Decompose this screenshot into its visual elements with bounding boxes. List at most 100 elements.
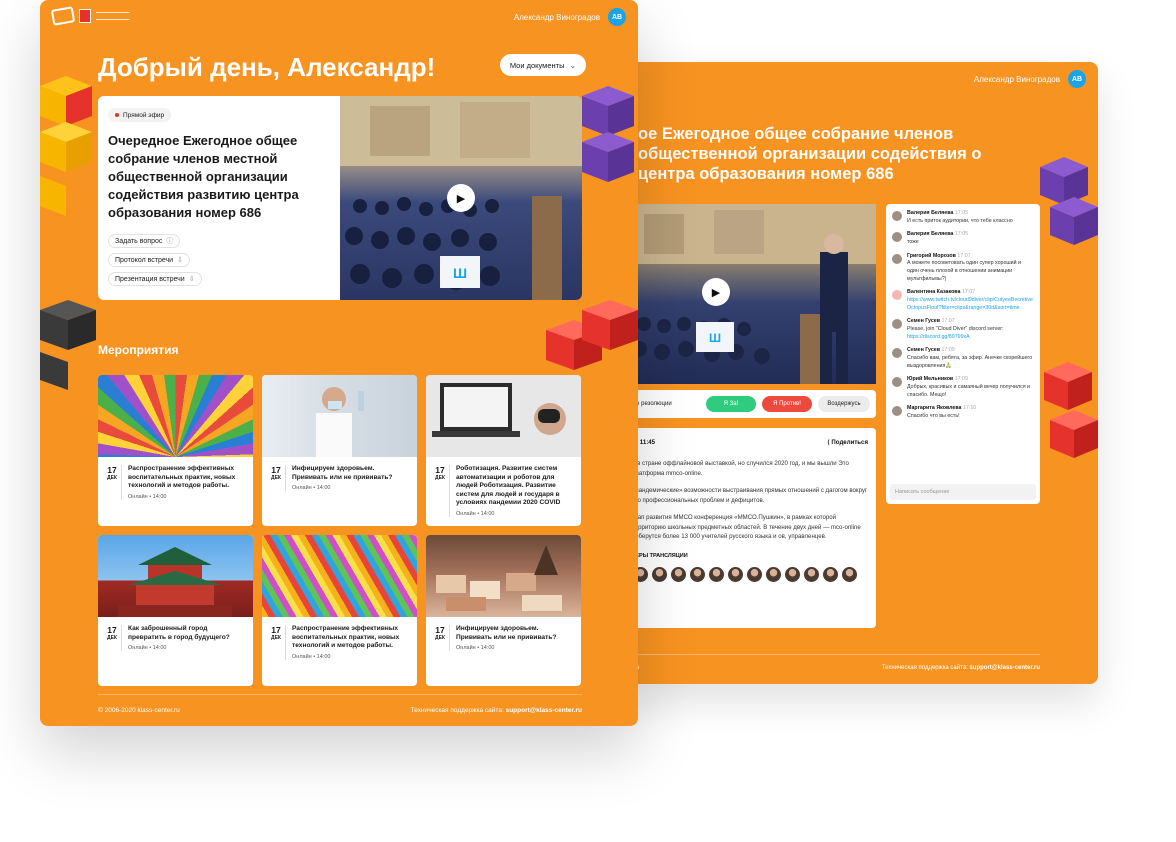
support-label: Техническая поддержка сайта: <box>881 665 968 671</box>
event-meta: Онлайн • 14:00 <box>128 645 167 652</box>
speaker-avatar[interactable] <box>727 566 744 584</box>
dashboard-window: Александр Виноградов АВ Добрый день, Але… <box>40 0 638 726</box>
event-title: Как заброшенный город превратить в город… <box>128 625 230 641</box>
event-date: 17 ДЕК <box>270 625 286 660</box>
page-title: Добрый день, Александр! <box>98 52 436 82</box>
moscow-emblem-icon <box>79 9 91 23</box>
laptop-illustration <box>432 383 566 437</box>
question-icon: ⓘ <box>166 238 174 245</box>
chat-avatar <box>892 319 902 330</box>
chat-avatar <box>892 377 902 388</box>
chat-message: Валерия Беляева 17:05 тоже <box>892 231 1034 246</box>
chat-time: 17:07 <box>941 318 955 325</box>
chat-time: 17:07 <box>957 252 971 259</box>
chat-link[interactable]: https://www.twitch.tv/cloud9diver/clip/C… <box>907 297 1033 311</box>
speaker-avatar[interactable] <box>803 566 820 584</box>
event-meta: Онлайн • 14:00 <box>456 645 495 652</box>
svg-text:Ш: Ш <box>453 265 467 281</box>
event-date: 17 ДЕК <box>434 465 450 517</box>
doctor-illustration <box>316 387 364 457</box>
support-email-link[interactable]: support@klass-center.ru <box>969 665 1040 671</box>
user-avatar[interactable]: АВ <box>1068 70 1086 88</box>
event-card[interactable]: 17 ДЕК Распространение эффективных воспит… <box>262 535 417 686</box>
play-icon[interactable]: ▶ <box>447 184 475 212</box>
event-card[interactable]: 17 ДЕК Как заброшенный город превратить в… <box>98 535 253 686</box>
chat-message-input[interactable]: Написать сообщение <box>890 484 1036 500</box>
broadcast-title[interactable]: Очередное Ежегодное общее собрание члено… <box>108 132 328 222</box>
ask-question-button[interactable]: Задать вопрос ⓘ <box>108 234 181 248</box>
chat-avatar <box>892 211 902 221</box>
event-card[interactable]: 17 ДЕК Роботизация. Развитие систем автом… <box>426 375 581 526</box>
user-menu[interactable]: Александр Виноградов АВ <box>974 70 1086 88</box>
chat-message: Семен Гусев 17:09 Спасибо вам, ребята, за… <box>892 347 1034 370</box>
events-section-title: Мероприятия <box>98 343 179 357</box>
event-month: ДЕК <box>435 475 445 481</box>
speaker-avatar[interactable] <box>670 566 687 584</box>
decor-cubes-red <box>1044 362 1098 458</box>
back-footer: ru Техническая поддержка сайта: support@… <box>624 654 1040 671</box>
speaker-avatar[interactable] <box>784 566 801 584</box>
chat-panel: Валерия Беляева 17:05 И есть приток аудит… <box>886 204 1040 504</box>
support-email-link[interactable]: support@klass-center.ru <box>506 707 582 714</box>
chat-author: Семен Гусев <box>907 347 940 354</box>
meeting-protocol-button[interactable]: Протокол встречи ⇩ <box>108 253 190 267</box>
chat-avatar <box>892 290 902 301</box>
event-date: 17 ДЕК <box>270 465 286 492</box>
event-meta: Онлайн • 14:00 <box>292 485 331 492</box>
chat-message: Семен Гусев 17:07 Please, join "Cloud Div… <box>892 318 1034 341</box>
vote-abstain-button[interactable]: Воздержусь <box>818 396 870 412</box>
live-broadcast-card[interactable]: Прямой эфир Очередное Ежегодное общее со… <box>98 96 582 300</box>
chat-time: 17:05 <box>954 210 969 216</box>
event-date: 17 ДЕК <box>106 625 122 652</box>
user-menu[interactable]: Александр Виноградов АВ <box>514 8 626 26</box>
broadcast-preview[interactable]: Ш ▶ <box>340 96 582 300</box>
broadcast-video[interactable]: Ш ▶ <box>624 204 876 384</box>
speaker-avatar[interactable] <box>708 566 725 584</box>
speaker-avatar[interactable] <box>765 566 782 584</box>
event-day: 17 <box>435 625 445 635</box>
my-documents-dropdown[interactable]: Мои документы ⌄ <box>500 54 586 76</box>
chat-text: Спасибо вам, ребята, за эфир. Анечке ско… <box>907 355 1033 369</box>
event-day: 17 <box>435 465 445 475</box>
event-day: 17 <box>107 625 117 635</box>
speaker-avatar[interactable] <box>841 566 858 584</box>
chevron-down-icon: ⌄ <box>569 60 577 70</box>
live-dot-icon <box>115 113 119 117</box>
chat-author: Григорий Морозов <box>907 252 956 259</box>
speakers-label: КЕРЫ ТРАНСЛЯЦИИ <box>632 552 688 559</box>
decor-cubes-yellow <box>40 76 92 216</box>
meeting-presentation-button[interactable]: Презентация встречи ⇩ <box>108 272 202 286</box>
share-label: Поделиться <box>831 439 868 446</box>
event-card[interactable]: 17 ДЕК Инфицируем здоровьем. Прививать ил… <box>262 375 417 526</box>
chat-message: Маргарита Яковлева 17:10 Спасибо что вы е… <box>892 405 1034 420</box>
chat-author: Юрий Мельников <box>907 376 954 383</box>
chat-author: Семен Гусев <box>907 318 940 325</box>
chat-time: 17:07 <box>961 289 976 296</box>
speaker-avatar[interactable] <box>689 566 706 584</box>
event-card[interactable]: 17 ДЕК Распространение эффективных воспит… <box>98 375 253 526</box>
chat-link[interactable]: https://discord.gg/89799xA <box>907 334 970 340</box>
play-icon[interactable]: ▶ <box>702 278 730 306</box>
chat-time: 17:05 <box>954 231 969 238</box>
event-image <box>98 375 253 457</box>
chat-message: Валентина Казакова 17:07 https://www.twit… <box>892 289 1034 312</box>
event-title: Распространение эффективных воспитательн… <box>292 625 400 650</box>
live-badge: Прямой эфир <box>108 108 172 122</box>
share-button[interactable]: ⟨ Поделиться <box>827 438 868 447</box>
broadcast-actions: Задать вопрос ⓘ Протокол встречи ⇩ Презент… <box>108 234 202 286</box>
chat-author: Маргарита Яковлева <box>907 405 962 412</box>
event-date: 17 ДЕК <box>434 625 450 652</box>
speaker-avatar[interactable] <box>651 566 668 584</box>
copyright: © 2006-2020 klass-center.ru <box>98 707 180 714</box>
event-card[interactable]: 17 ДЕК Инфицируем здоровьем. Прививать ил… <box>426 535 581 686</box>
site-logo[interactable] <box>50 6 130 26</box>
broadcast-title: ое Ежегодное общее собрание членов общес… <box>638 125 982 184</box>
user-avatar[interactable]: АВ <box>608 8 626 26</box>
vote-no-button[interactable]: Я Против! <box>762 396 812 412</box>
description-paragraph: й в стране оффлайновой выставкой, но слу… <box>632 460 849 477</box>
resolution-vote-bar: тие резолюции Я За! Я Против! Воздержусь <box>624 390 876 418</box>
speaker-avatar[interactable] <box>822 566 839 584</box>
speaker-avatar[interactable] <box>746 566 763 584</box>
chat-text: И есть приток аудитории, что тебе классн… <box>907 217 1013 224</box>
vote-yes-button[interactable]: Я За! <box>706 396 756 412</box>
